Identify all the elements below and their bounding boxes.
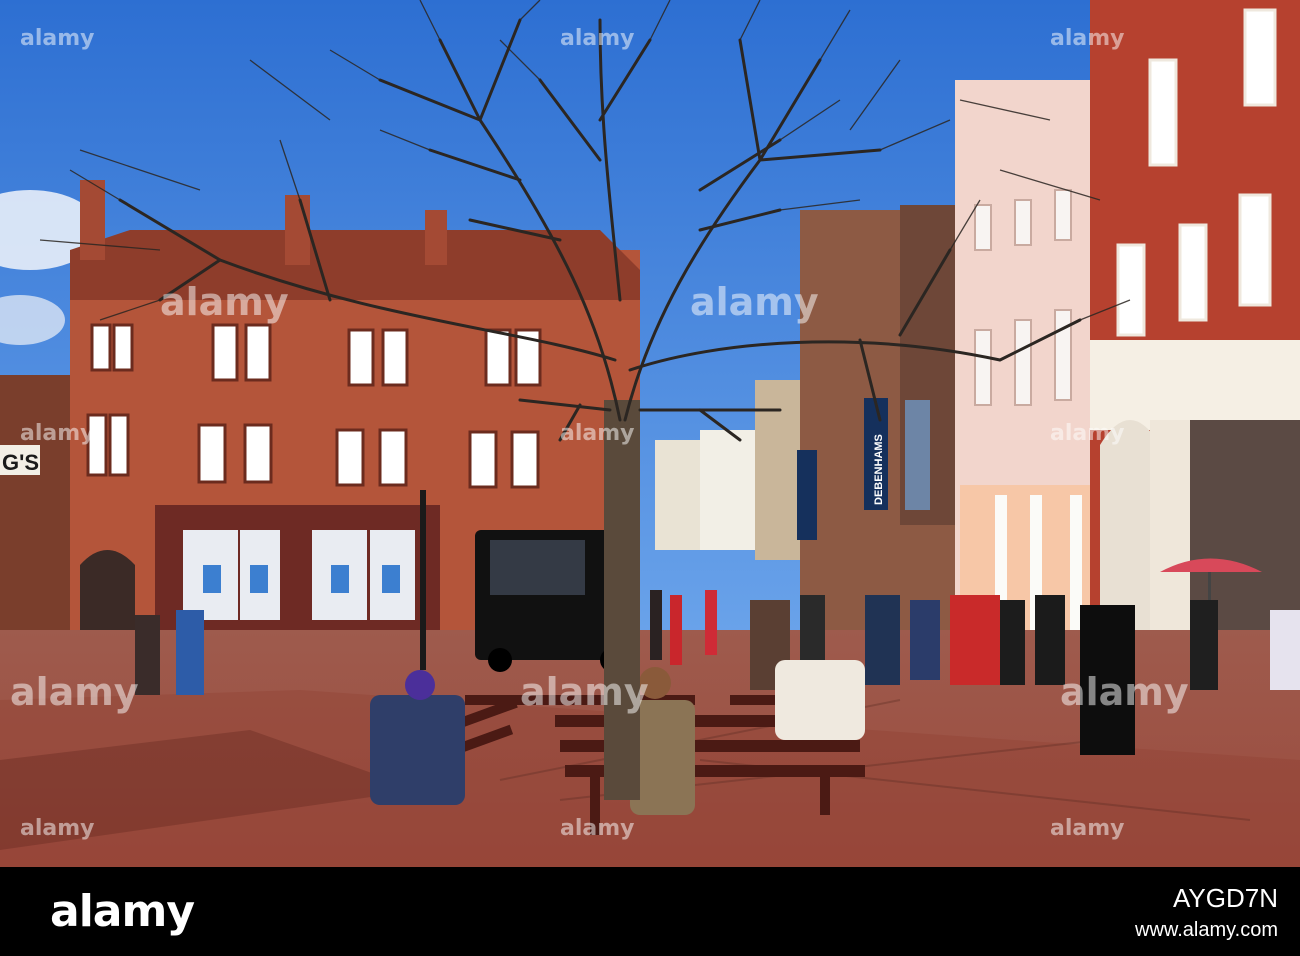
svg-text:alamy: alamy: [20, 421, 95, 446]
svg-text:alamy: alamy: [20, 26, 95, 51]
svg-text:alamy: alamy: [160, 280, 289, 324]
store-banner: [797, 450, 817, 540]
distant-building: [700, 430, 760, 550]
image-id: AYGD7N www.alamy.com: [818, 884, 1278, 941]
svg-text:DEBENHAMS: DEBENHAMS: [873, 434, 885, 505]
svg-text:alamy: alamy: [690, 280, 819, 324]
svg-text:alamy: alamy: [520, 670, 649, 714]
svg-text:alamy: alamy: [560, 26, 635, 51]
tree-trunk: [604, 400, 640, 800]
svg-text:alamy: alamy: [10, 670, 139, 714]
shop-sign-gs: G'S: [2, 450, 39, 475]
svg-text:alamy: alamy: [560, 421, 635, 446]
svg-text:alamy: alamy: [560, 816, 635, 841]
building-left-small: [0, 375, 70, 635]
svg-text:alamy: alamy: [1050, 816, 1125, 841]
svg-text:alamy: alamy: [1050, 26, 1125, 51]
image-code: AYGD7N: [1173, 883, 1278, 913]
lamp-post: [420, 490, 426, 670]
svg-text:alamy: alamy: [20, 816, 95, 841]
site-url: www.alamy.com: [1135, 918, 1278, 941]
svg-text:alamy: alamy: [1060, 670, 1189, 714]
alamy-logo: alamy: [50, 880, 290, 944]
street-photo: G'S DEBENHAMS alamy alamy alamy alamy al…: [0, 0, 1300, 867]
alamy-wordmark: alamy: [50, 886, 195, 937]
photo-frame: G'S DEBENHAMS alamy alamy alamy alamy al…: [0, 0, 1300, 956]
svg-text:alamy: alamy: [1050, 421, 1125, 446]
